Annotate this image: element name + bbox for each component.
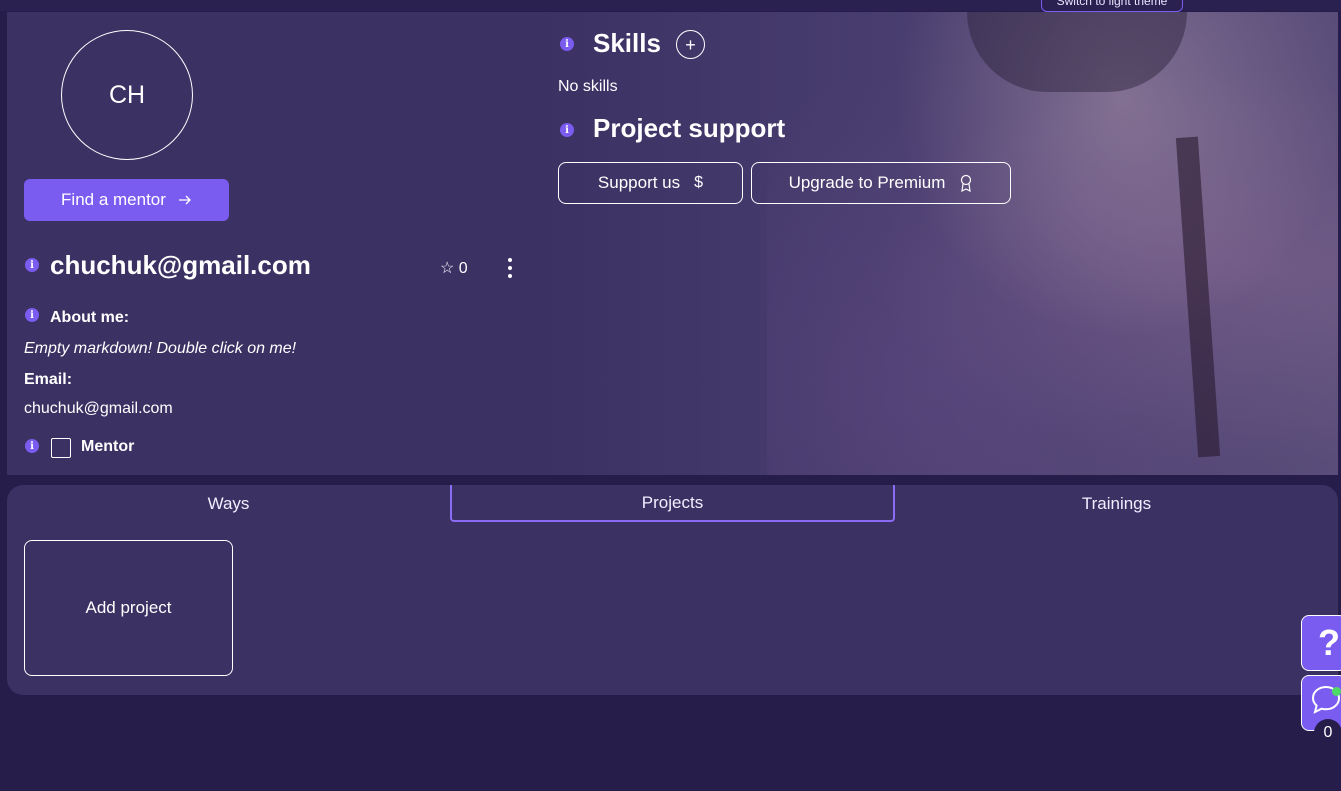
about-markdown[interactable]: Empty markdown! Double click on me! — [24, 340, 296, 358]
about-info-icon[interactable]: i — [25, 308, 39, 322]
star-icon: ☆ — [440, 260, 455, 277]
upgrade-premium-label: Upgrade to Premium — [788, 173, 946, 192]
favorite-star-counter[interactable]: ☆ 0 — [440, 258, 468, 278]
online-status-dot — [1332, 687, 1341, 696]
dollar-icon: $ — [694, 174, 704, 191]
mentor-checkbox[interactable] — [51, 438, 71, 458]
tabs-panel: Ways Projects Trainings Add project — [7, 485, 1338, 695]
mentor-info-icon[interactable]: i — [25, 439, 39, 453]
profile-card — [7, 12, 1338, 475]
add-skill-button[interactable]: + — [676, 30, 705, 59]
plus-icon: + — [685, 34, 696, 55]
support-us-label: Support us — [597, 173, 681, 192]
avatar[interactable]: CH — [61, 30, 193, 160]
find-mentor-button[interactable]: Find a mentor — [24, 179, 229, 221]
upgrade-premium-button[interactable]: Upgrade to Premium — [751, 162, 1011, 204]
tab-projects[interactable]: Projects — [450, 485, 895, 522]
email-label: Email: — [24, 371, 73, 388]
name-info-icon[interactable]: i — [25, 258, 39, 272]
help-button[interactable]: ? — [1301, 615, 1341, 671]
avatar-initials: CH — [108, 80, 146, 109]
skills-info-icon[interactable]: i — [560, 37, 574, 51]
tab-ways[interactable]: Ways — [7, 485, 450, 522]
about-label: About me: — [50, 309, 130, 326]
add-project-label: Add project — [85, 598, 172, 617]
project-support-info-icon[interactable]: i — [560, 123, 574, 137]
mentor-label: Mentor — [81, 438, 135, 455]
add-project-card[interactable]: Add project — [24, 540, 233, 676]
email-value: chuchuk@gmail.com — [24, 400, 173, 417]
more-options-icon[interactable] — [503, 256, 517, 280]
support-us-button[interactable]: Support us $ — [558, 162, 743, 204]
find-mentor-label: Find a mentor — [61, 190, 166, 209]
chat-unread-count: 0 — [1314, 719, 1341, 747]
star-count: 0 — [458, 260, 468, 277]
user-name: chuchuk@gmail.com — [50, 250, 311, 280]
no-skills-text: No skills — [558, 78, 618, 95]
tab-trainings[interactable]: Trainings — [895, 485, 1338, 522]
skills-title: Skills — [593, 28, 661, 58]
arrow-right-icon — [178, 195, 191, 205]
project-support-title: Project support — [593, 113, 786, 143]
award-icon — [961, 174, 972, 192]
theme-tooltip: Switch to light theme — [1041, 0, 1183, 12]
question-mark-icon: ? — [1318, 622, 1340, 663]
